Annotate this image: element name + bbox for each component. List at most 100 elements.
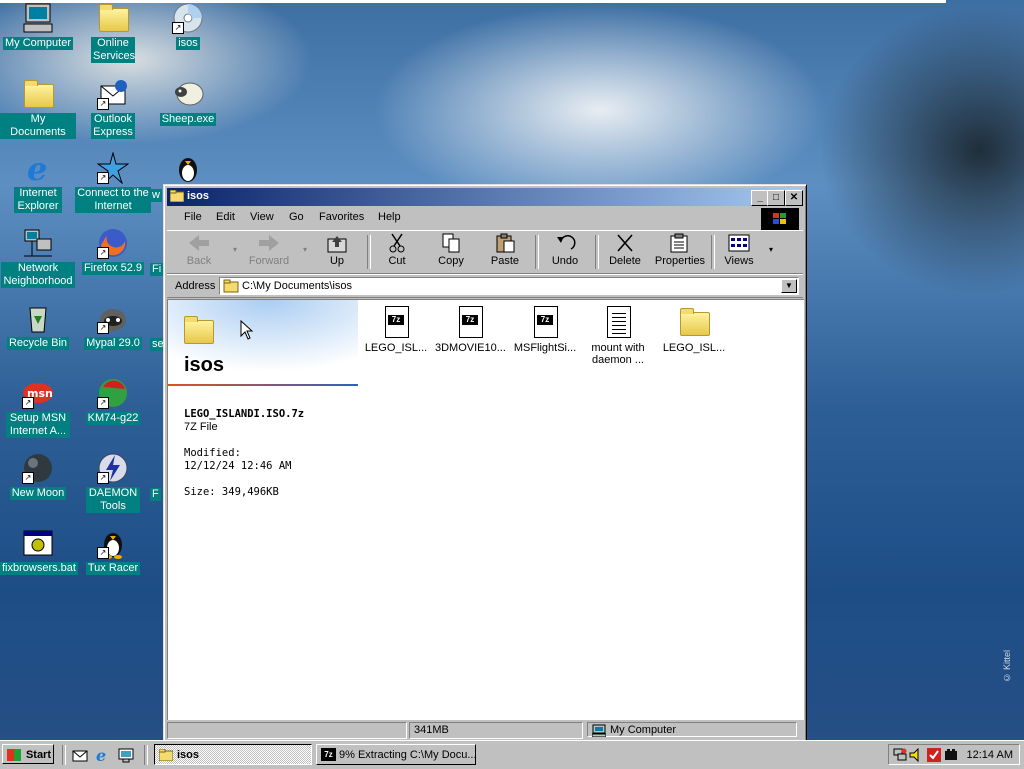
system-tray: 12:14 AM [888, 744, 1020, 765]
minimize-icon: _ [757, 192, 763, 203]
desktop-icon-tux-partial[interactable] [150, 152, 226, 187]
desktop-icon-fixbrowsers[interactable]: fixbrowsers.bat [0, 527, 78, 575]
copy-button[interactable]: Copy [427, 233, 475, 271]
outlook-express-icon [72, 750, 88, 762]
desktop-icon-label: Outlook Express [91, 113, 135, 139]
toolbar-label: Paste [490, 255, 520, 267]
tux-icon: ↗ [97, 527, 129, 559]
undo-icon [553, 233, 577, 253]
properties-button[interactable]: Properties [651, 233, 709, 271]
forward-button[interactable]: Forward [245, 233, 293, 271]
address-dropdown-button[interactable]: ▼ [781, 279, 797, 293]
show-desktop-icon [118, 748, 134, 763]
desktop-icon-mypal[interactable]: ↗ Mypal 29.0 [75, 302, 151, 350]
start-button[interactable]: Start [2, 744, 54, 764]
views-button[interactable]: Views [715, 233, 763, 271]
tray-daemon-icon[interactable] [944, 748, 958, 762]
desktop-icon-label: New Moon [9, 487, 67, 500]
desktop-icon-network-neighborhood[interactable]: Network Neighborhood [0, 227, 76, 288]
desktop-icon-recycle-bin[interactable]: Recycle Bin [0, 302, 76, 350]
status-pane-zone: My Computer [587, 722, 797, 738]
taskbar-button-isos[interactable]: isos [154, 744, 312, 765]
file-item[interactable]: 7z 3DMOVIE10... [435, 306, 506, 354]
close-button[interactable]: ✕ [785, 190, 803, 206]
file-item[interactable]: 7z LEGO_ISL... [361, 306, 431, 354]
cut-button[interactable]: Cut [373, 233, 421, 271]
file-label: LEGO_ISL... [364, 342, 428, 354]
desktop-icon-online-services[interactable]: Online Services [75, 2, 151, 63]
forward-dropdown-icon[interactable]: ▾ [303, 245, 307, 254]
my-computer-icon [22, 2, 54, 34]
up-button[interactable]: Up [313, 233, 361, 271]
desktop-icon-new-moon[interactable]: ↗ New Moon [0, 452, 76, 500]
quicklaunch-show-desktop[interactable] [118, 747, 134, 763]
desktop-icon-firefox[interactable]: ↗ Firefox 52.9 [75, 227, 151, 275]
tray-volume-icon[interactable] [909, 747, 923, 763]
copy-icon [439, 233, 463, 253]
views-dropdown-icon[interactable]: ▾ [769, 245, 773, 254]
menu-view[interactable]: View [250, 211, 274, 223]
7zip-icon: 7z [321, 748, 336, 761]
paste-button[interactable]: Paste [481, 233, 529, 271]
menu-file[interactable]: File [184, 211, 202, 223]
menu-help[interactable]: Help [378, 211, 401, 223]
desktop-icon-internet-explorer[interactable]: e Internet Explorer [0, 150, 76, 213]
new-moon-icon: ↗ [22, 452, 54, 484]
toolbar-label: Back [186, 255, 212, 267]
undo-button[interactable]: Undo [541, 233, 589, 271]
title-bar[interactable]: isos _ □ ✕ [167, 188, 803, 206]
maximize-button[interactable]: □ [767, 190, 785, 206]
desktop-icon-label-partial: w [150, 189, 162, 202]
address-label: Address [175, 280, 216, 292]
internet-explorer-icon: e [96, 746, 106, 765]
file-label: mount with daemon ... [591, 342, 645, 366]
scissors-icon [385, 233, 409, 253]
desktop-icon-sheep[interactable]: Sheep.exe [150, 78, 226, 126]
clock[interactable]: 12:14 AM [967, 749, 1013, 761]
menu-go[interactable]: Go [289, 211, 304, 223]
folder-content[interactable]: isos LEGO_ISLANDI.ISO.7z 7Z File Modifie… [167, 299, 804, 720]
taskbar-button-extracting[interactable]: 7z 9% Extracting C:\My Docu... [316, 744, 476, 765]
7z-badge: 7z [462, 315, 478, 325]
desktop-icon-label: Tux Racer [85, 562, 141, 575]
toolbar-separator [367, 235, 371, 269]
tray-network-icon[interactable] [893, 748, 907, 762]
desktop-icon-label-partial: Fi [150, 263, 164, 276]
up-folder-icon [325, 233, 349, 253]
folder-icon [169, 189, 185, 203]
file-size: Size: 349,496KB [184, 486, 279, 498]
desktop-icon-connect-internet[interactable]: ↗ Connect to the Internet [75, 151, 151, 213]
menu-edit[interactable]: Edit [216, 211, 235, 223]
svg-text:e: e [96, 747, 106, 763]
mypal-icon: ↗ [97, 302, 129, 334]
paste-icon [493, 233, 517, 253]
quicklaunch-outlook[interactable] [72, 747, 88, 763]
back-dropdown-icon[interactable]: ▾ [233, 245, 237, 254]
file-item[interactable]: mount with daemon ... [584, 306, 652, 366]
file-item[interactable]: 7z MSFlightSi... [510, 306, 580, 354]
explorer-window[interactable]: isos _ □ ✕ File Edit View Go Favorites H… [163, 184, 807, 742]
desktop-icon-my-computer[interactable]: My Computer [0, 2, 76, 50]
desktop-icon-tux-racer[interactable]: ↗ Tux Racer [75, 527, 151, 575]
chevron-down-icon: ▼ [785, 281, 793, 290]
address-input[interactable]: C:\My Documents\isos ▼ [219, 277, 799, 295]
desktop-icon-setup-msn[interactable]: msn ↗ Setup MSN Internet A... [0, 377, 76, 438]
back-button[interactable]: Back [175, 233, 223, 271]
tray-antivirus-icon[interactable] [927, 748, 941, 762]
desktop-icon-km74[interactable]: ↗ KM74-g22 [75, 377, 151, 425]
status-pane-size: 341MB [409, 722, 583, 739]
file-item[interactable]: LEGO_ISL... [659, 306, 729, 354]
address-bar: Address C:\My Documents\isos ▼ [167, 274, 803, 298]
desktop-icon-my-documents[interactable]: My Documents [0, 78, 76, 139]
desktop-icon-label: Firefox 52.9 [81, 262, 145, 275]
delete-button[interactable]: Delete [601, 233, 649, 271]
connect-internet-icon: ↗ [96, 151, 130, 185]
firefox-icon: ↗ [97, 227, 129, 259]
desktop-icon-label: KM74-g22 [85, 412, 141, 425]
quicklaunch-internet-explorer[interactable]: e [95, 746, 111, 765]
desktop-icon-outlook-express[interactable]: ↗ Outlook Express [75, 78, 151, 139]
desktop-icon-daemon-tools[interactable]: ↗ DAEMON Tools [75, 452, 151, 513]
my-documents-icon [22, 78, 54, 110]
menu-favorites[interactable]: Favorites [319, 211, 364, 223]
desktop-icon-isos[interactable]: ↗ isos [150, 2, 226, 50]
